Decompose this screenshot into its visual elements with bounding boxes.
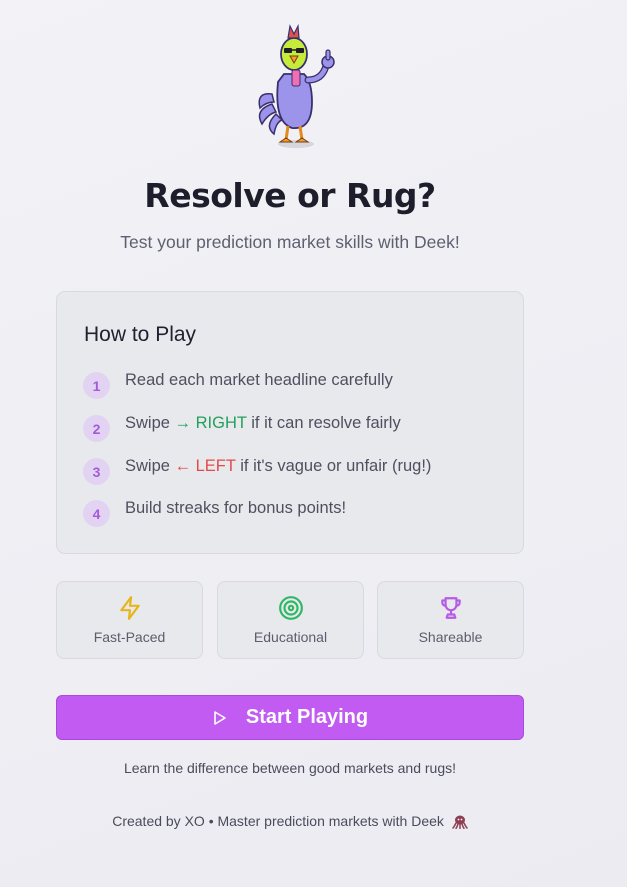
target-icon: [279, 596, 303, 620]
rooster-mascot-icon: [258, 23, 335, 148]
step-2: 2 Swipe → RIGHT if it can resolve fairly: [83, 413, 503, 442]
feature-label: Educational: [253, 629, 328, 645]
step-1: 1 Read each market headline carefully: [83, 370, 503, 399]
step-3: 3 Swipe ← LEFT if it's vague or unfair (…: [83, 456, 503, 485]
page-subtitle: Test your prediction market skills with …: [120, 232, 460, 252]
feature-educational: Educational: [217, 581, 364, 659]
step-text: Swipe → RIGHT if it can resolve fairly: [125, 414, 401, 432]
start-playing-label: Start Playing: [245, 706, 369, 728]
trophy-icon: [441, 597, 461, 619]
step-text: Build streaks for bonus points!: [125, 499, 347, 517]
swipe-right-label: → RIGHT: [174, 414, 247, 432]
feature-shareable: Shareable: [377, 581, 524, 659]
play-icon: [214, 710, 226, 725]
start-playing-button[interactable]: Start Playing: [56, 695, 524, 740]
how-to-play-heading: How to Play: [84, 323, 197, 346]
page-title: Resolve or Rug?: [144, 176, 436, 215]
step-number: 4: [83, 500, 110, 527]
swipe-left-label: ← LEFT: [174, 457, 236, 475]
step-4: 4 Build streaks for bonus points!: [83, 498, 503, 527]
step-number: 1: [83, 372, 110, 399]
step-text: Read each market headline carefully: [125, 371, 393, 389]
feature-fast-paced: Fast-Paced: [56, 581, 203, 659]
feature-label: Fast-Paced: [93, 629, 166, 645]
how-to-play-card: How to Play 1 Read each market headline …: [56, 291, 524, 554]
step-text: Swipe ← LEFT if it's vague or unfair (ru…: [125, 457, 432, 475]
lightning-icon: [120, 596, 140, 620]
footer-credit: Created by XO • Master prediction market…: [0, 813, 580, 830]
feature-label: Shareable: [418, 629, 483, 645]
tagline: Learn the difference between good market…: [123, 760, 457, 776]
octopus-icon: [452, 815, 468, 830]
step-number: 2: [83, 415, 110, 442]
step-number: 3: [83, 458, 110, 485]
